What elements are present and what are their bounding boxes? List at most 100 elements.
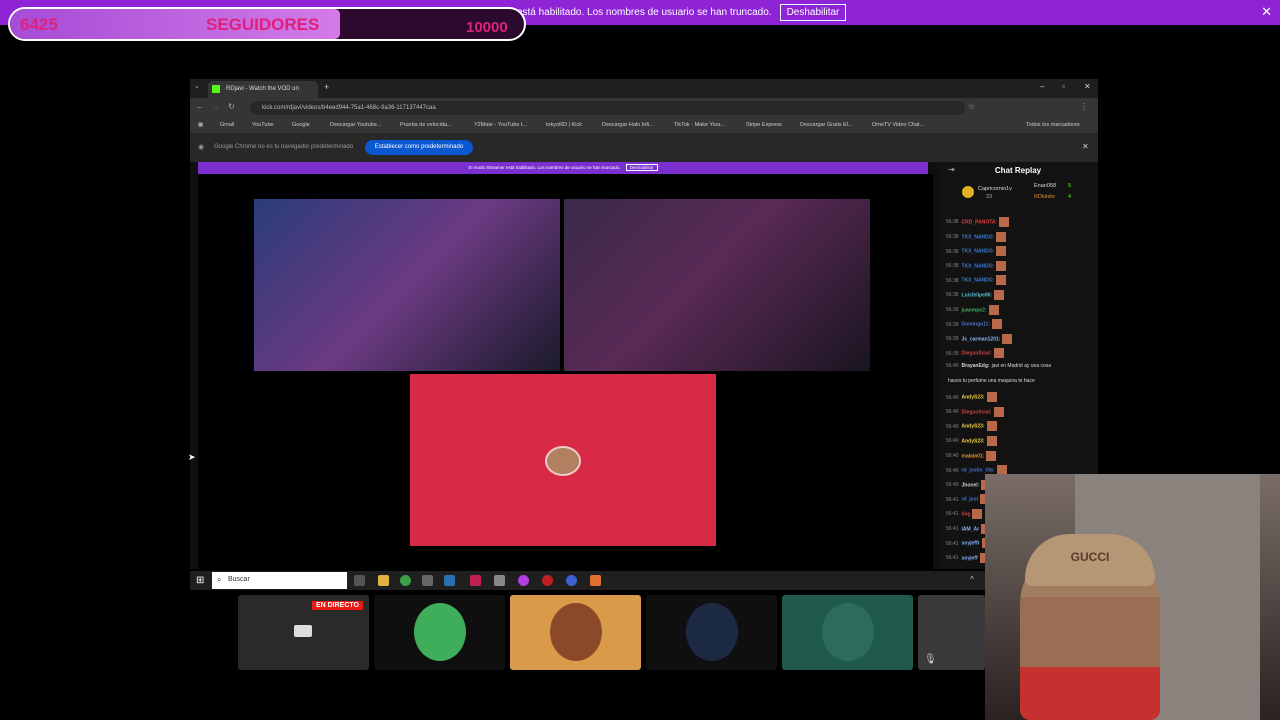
bookmark-item[interactable]: Stripe Express [746, 122, 782, 128]
windows-start-icon[interactable]: ⊞ [196, 575, 204, 586]
all-bookmarks[interactable]: Todos los marcadores [1026, 122, 1080, 128]
emote-icon [1002, 333, 1013, 344]
maximize-icon[interactable]: ▫ [1062, 82, 1065, 91]
chat-username[interactable]: rd_jostin_tita: [962, 468, 995, 474]
chat-timestamp: 56:40 [946, 482, 959, 489]
participant-tile[interactable] [782, 595, 913, 670]
star-icon[interactable]: ☆ [968, 102, 975, 111]
streamer-webcam: GUCCI [985, 474, 1280, 720]
participant-tile[interactable] [646, 595, 777, 670]
chat-message: 56:39 Dieguoficial: [946, 348, 1004, 359]
gifter-name: Capricornio1v [978, 186, 1012, 192]
emote-icon [986, 450, 997, 461]
chat-username[interactable]: IAM_Ar [962, 526, 980, 532]
streamer-cam-right [564, 199, 870, 371]
bookmark-item[interactable]: Descargar Youtube... [330, 122, 381, 128]
bookmark-item[interactable]: Gmail [220, 122, 234, 128]
chat-timestamp: 56:41 [946, 525, 959, 532]
tab-bar: ⌄ RDjavi - Watch the VOD on + – ▫ ✕ [190, 79, 1098, 98]
bookmark-item[interactable]: OmeTV Video Chat... [872, 122, 924, 128]
chat-message: haces tu perfume una maquina te hace [946, 378, 1035, 384]
chat-timestamp: 56:39 [946, 336, 959, 343]
tab-title: RDjavi - Watch the VOD on [226, 86, 299, 92]
steam-icon[interactable] [444, 575, 455, 586]
task-view-icon[interactable] [354, 575, 365, 586]
chat-username[interactable]: TKX_NANDO: [962, 234, 995, 240]
minimize-icon[interactable]: – [1040, 82, 1044, 91]
taskbar-search-input[interactable]: ⌕ Buscar [212, 572, 347, 589]
participant-tile-screen[interactable]: EN DIRECTO [238, 595, 369, 670]
calculator-icon[interactable] [422, 575, 433, 586]
menu-icon[interactable]: ⋮ [1080, 102, 1088, 111]
browser-tab[interactable]: RDjavi - Watch the VOD on [208, 81, 318, 98]
chat-username[interactable]: Jhonel: [962, 482, 980, 488]
video-player[interactable] [198, 174, 933, 569]
back-icon[interactable]: ← [196, 102, 204, 111]
chat-username[interactable]: CRD_PANOTA: [962, 219, 998, 225]
chat-username[interactable]: Domingo11: [962, 322, 991, 328]
mouse-cursor-icon: ➤ [188, 452, 196, 462]
chat-message: 56:38 TKX_NANDO: [946, 246, 1007, 257]
chat-username[interactable]: malala01: [962, 453, 985, 459]
emote-icon [994, 290, 1005, 300]
chat-username[interactable]: Luisfelipe06: [962, 292, 993, 298]
infobar-close-icon[interactable]: ✕ [1082, 142, 1089, 151]
forward-icon[interactable]: → [212, 102, 220, 111]
participant-tile[interactable] [510, 595, 641, 670]
window-close-icon[interactable]: ✕ [1084, 82, 1091, 91]
kick-favicon-icon [212, 85, 220, 93]
tab-search-icon[interactable]: ⌄ [194, 82, 200, 90]
bookmark-item[interactable]: TikTok - Make Your... [674, 122, 725, 128]
apps-icon[interactable]: ▦ [198, 122, 203, 128]
chat-username[interactable]: AndyS23: [962, 438, 985, 444]
chat-username[interactable]: TKX_NANDO: [962, 263, 995, 269]
obs-icon[interactable] [518, 575, 529, 586]
chat-username[interactable]: ling [962, 511, 971, 517]
bookmark-item[interactable]: tokyoRD | Kick [546, 122, 582, 128]
tray-chevron-icon[interactable]: ^ [970, 575, 974, 584]
media-app-icon[interactable] [470, 575, 481, 586]
chat-username[interactable]: soyjeff [962, 555, 978, 561]
chat-username[interactable]: Dieguoficial: [962, 351, 992, 357]
discord-icon[interactable] [566, 575, 577, 586]
chat-username[interactable]: Dieguoficial: [962, 409, 992, 415]
chat-username[interactable]: Js_carman1201: [962, 336, 1001, 342]
bookmarks-bar: ▦ Gmail YouTube Google Descargar Youtube… [190, 118, 1098, 133]
bookmark-item[interactable]: Prueba de velocida... [400, 122, 452, 128]
chat-username[interactable]: TKX_NANDO: [962, 278, 995, 284]
emote-icon [999, 217, 1010, 227]
participant-tile[interactable] [374, 595, 505, 670]
disable-streamer-button[interactable]: Deshabilitar [779, 4, 847, 21]
participant-tile[interactable]: 🎙 [918, 595, 985, 670]
chat-message: 56:38 TKX_NANDO: [946, 231, 1007, 242]
app-icon[interactable] [494, 575, 505, 586]
chrome-taskbar-icon[interactable] [400, 575, 411, 586]
emote-icon [996, 275, 1007, 286]
bookmark-item[interactable]: Descargar Halo Infi... [602, 122, 654, 128]
chat-username[interactable]: soyjeffr [962, 541, 980, 547]
reload-icon[interactable]: ↻ [228, 102, 235, 111]
kick-disable-button[interactable]: Deshabilitar [625, 164, 658, 171]
close-icon[interactable]: ✕ [1261, 4, 1272, 20]
bookmark-item[interactable]: Y2Mate - YouTube t... [474, 122, 527, 128]
chat-username[interactable]: BrayanEdg: [962, 363, 990, 369]
chat-username[interactable]: AndyS23: [962, 424, 985, 430]
game-icon[interactable] [590, 575, 601, 586]
set-default-button[interactable]: Establecer como predeterminado [365, 140, 473, 155]
bookmark-item[interactable]: YouTube [252, 122, 274, 128]
chat-timestamp: 56:39 [946, 306, 959, 313]
new-tab-icon[interactable]: + [324, 82, 329, 92]
chat-message: 56:38 Luisfelipe06: [946, 290, 1005, 300]
chat-timestamp: 56:40 [946, 452, 959, 459]
opera-icon[interactable] [542, 575, 553, 586]
bookmark-item[interactable]: Descargar Gratis El... [800, 122, 853, 128]
chat-text: haces tu perfume una maquina te hace [948, 377, 1035, 384]
chat-username[interactable]: TKX_NANDO: [962, 249, 995, 255]
file-explorer-icon[interactable] [378, 575, 389, 586]
bookmark-item[interactable]: Google [292, 122, 310, 128]
chat-username[interactable]: AndyS23: [962, 395, 985, 401]
search-placeholder: Buscar [228, 576, 250, 583]
chat-username[interactable]: rd_jost [962, 497, 979, 503]
url-input[interactable]: kick.com/rdjavi/videos/b4eed944-75a1-468… [250, 101, 965, 115]
chat-username[interactable]: juanmpx2: [962, 307, 987, 313]
